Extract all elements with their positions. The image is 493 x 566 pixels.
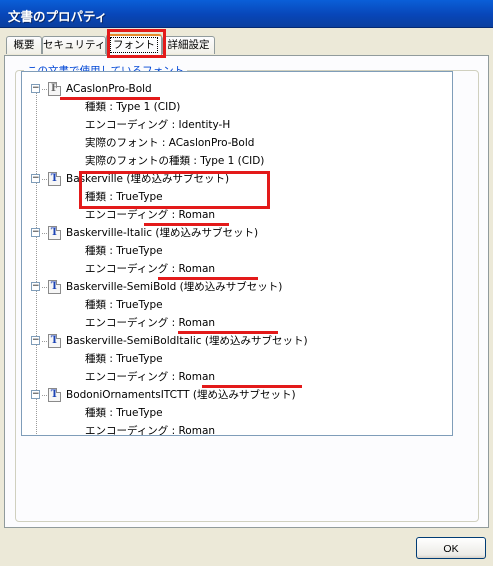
font-detail: エンコーディング : Roman	[85, 317, 216, 329]
tab-label: 詳細設定	[167, 39, 210, 51]
tab-label: 概要	[13, 39, 35, 51]
tree-connector	[36, 86, 37, 435]
font-detail: エンコーディング : Identity-H	[85, 119, 231, 131]
collapse-icon[interactable]: −	[31, 84, 40, 93]
tab-label: セキュリティ	[43, 39, 106, 51]
font-detail: 種類 : TrueType	[85, 245, 163, 257]
font-name: ACaslonPro-Bold	[66, 83, 152, 95]
font-tree[interactable]: − F ACaslonPro-Bold 種類 : Type 1 (CID) エンコーディ…	[21, 71, 453, 436]
tree-connector	[42, 233, 47, 234]
collapse-icon[interactable]: −	[31, 336, 40, 345]
font-name: Baskerville-Italic (埋め込みサブセット)	[66, 227, 259, 239]
truetype-font-icon: T	[48, 226, 61, 240]
font-detail: 実際のフォント : ACaslonPro-Bold	[85, 137, 255, 149]
font-name: BodoniOrnamentsITCTT (埋め込みサブセット)	[66, 389, 296, 401]
font-detail: 種類 : Type 1 (CID)	[85, 101, 181, 113]
tree-connector	[42, 395, 47, 396]
font-detail: 種類 : TrueType	[85, 353, 163, 365]
tree-connector	[42, 179, 47, 180]
tab-label: フォント	[110, 37, 158, 53]
font-entry[interactable]: − F ACaslonPro-Bold	[22, 80, 452, 98]
font-name: Baskerville (埋め込みサブセット)	[66, 173, 230, 185]
font-name: Baskerville-SemiBold (埋め込みサブセット)	[66, 281, 283, 293]
truetype-font-icon: T	[48, 388, 61, 402]
font-entry[interactable]: − T Baskerville (埋め込みサブセット)	[22, 170, 452, 188]
truetype-font-icon: T	[48, 172, 61, 186]
font-detail: 種類 : TrueType	[85, 191, 163, 203]
fonts-tab-panel: この文書で使用しているフォント −FACaslonPro-Bold種類 : Ty…	[4, 55, 489, 528]
collapse-icon[interactable]: −	[31, 282, 40, 291]
font-entry[interactable]: − T Baskerville-SemiBoldItalic (埋め込みサブセット)	[22, 332, 452, 350]
font-detail: エンコーディング : Roman	[85, 371, 216, 383]
collapse-icon[interactable]: −	[31, 228, 40, 237]
font-detail: 実際のフォントの種類 : Type 1 (CID)	[85, 155, 265, 167]
tree-connector	[42, 89, 47, 90]
font-detail: エンコーディング : Roman	[85, 425, 216, 436]
truetype-font-icon: T	[48, 280, 61, 294]
window-title: 文書のプロパティ	[8, 9, 108, 24]
tab-fonts[interactable]: フォント	[106, 34, 162, 56]
font-entry[interactable]: − T Baskerville-Italic (埋め込みサブセット)	[22, 224, 452, 242]
title-bar[interactable]: 文書のプロパティ	[0, 0, 493, 28]
type1-font-icon: F	[48, 82, 61, 96]
font-entry[interactable]: − T BodoniOrnamentsITCTT (埋め込みサブセット)	[22, 386, 452, 404]
tab-security[interactable]: セキュリティ	[42, 36, 106, 54]
font-entry[interactable]: − T Baskerville-SemiBold (埋め込みサブセット)	[22, 278, 452, 296]
font-detail: 種類 : TrueType	[85, 407, 163, 419]
collapse-icon[interactable]: −	[31, 390, 40, 399]
font-detail: エンコーディング : Roman	[85, 263, 216, 275]
font-detail: エンコーディング : Roman	[85, 209, 216, 221]
font-detail: 種類 : TrueType	[85, 299, 163, 311]
ok-button[interactable]: OK	[416, 537, 486, 559]
truetype-font-icon: T	[48, 334, 61, 348]
tab-advanced[interactable]: 詳細設定	[162, 36, 215, 54]
tree-connector	[42, 287, 47, 288]
collapse-icon[interactable]: −	[31, 174, 40, 183]
font-name: Baskerville-SemiBoldItalic (埋め込みサブセット)	[66, 335, 308, 347]
tree-connector	[42, 341, 47, 342]
tab-overview[interactable]: 概要	[6, 36, 42, 54]
